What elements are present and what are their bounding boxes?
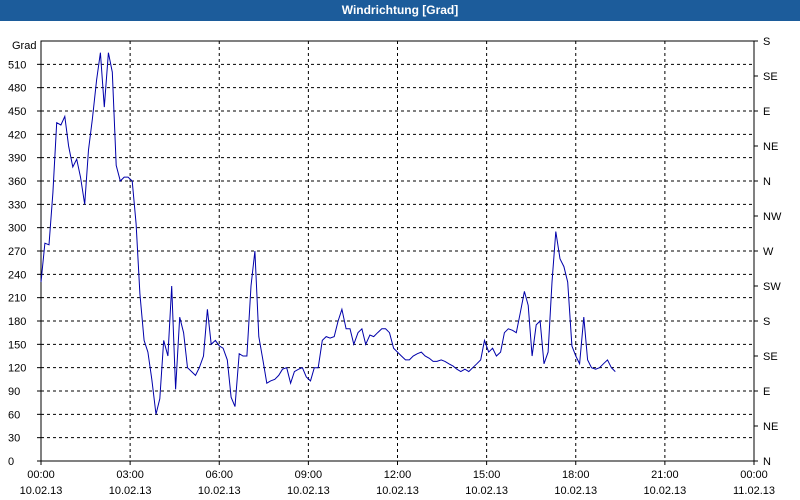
y2-tick-label: NW — [763, 211, 782, 223]
y2-tick-label: E — [763, 106, 770, 118]
y-tick-label: 390 — [8, 153, 26, 165]
y-tick-label: 210 — [8, 293, 26, 305]
x-tick-date-label: 10.02.13 — [554, 485, 597, 497]
y-tick-label: 240 — [8, 269, 26, 281]
x-axis: 00:00 10.02.13 03:00 10.02.13 06:00 10.02.13 0… — [20, 461, 775, 497]
y-tick-label: 450 — [8, 106, 26, 118]
y2-tick-label: NE — [763, 421, 778, 433]
y2-tick-label: SE — [763, 71, 778, 83]
y-tick-label: 360 — [8, 176, 26, 188]
y2-tick-label: SW — [763, 281, 781, 293]
y-tick-label: 60 — [8, 409, 20, 421]
y2-tick-label: E — [763, 386, 770, 398]
x-tick-time-label: 21:00 — [651, 469, 679, 481]
x-tick-time-label: 15:00 — [473, 469, 501, 481]
y-tick-label: 300 — [8, 223, 26, 235]
x-tick-date-label: 10.02.13 — [287, 485, 330, 497]
y-tick-label: 330 — [8, 199, 26, 211]
x-tick-time-label: 00:00 — [740, 469, 768, 481]
y-tick-label: 150 — [8, 339, 26, 351]
y-axis-label: Grad — [12, 40, 36, 52]
chart-window: Windrichtung [Grad] 0 30 60 90 120 150 180 210 2… — [0, 0, 800, 500]
y2-tick-label: N — [763, 176, 771, 188]
x-tick-time-label: 06:00 — [205, 469, 233, 481]
y2-tick-label: NE — [763, 141, 778, 153]
x-tick-date-label: 10.02.13 — [376, 485, 419, 497]
y2-tick-label: SE — [763, 351, 778, 363]
y-tick-label: 480 — [8, 83, 26, 95]
x-tick-date-label: 10.02.13 — [198, 485, 241, 497]
x-tick-time-label: 00:00 — [27, 469, 55, 481]
y-axis-right: N NE E SE S SW W NW N NE E SE S — [754, 36, 782, 468]
y-tick-label: 180 — [8, 316, 26, 328]
y-tick-label: 270 — [8, 246, 26, 258]
series-line-wind-direction — [40, 52, 616, 415]
wind-direction-chart: 0 30 60 90 120 150 180 210 240 270 300 330 360 390 420… — [8, 36, 782, 497]
x-tick-date-label: 11.02.13 — [733, 485, 775, 497]
y2-tick-label: N — [763, 456, 771, 468]
y-tick-label: 120 — [8, 363, 26, 375]
y-tick-label: 90 — [8, 386, 20, 398]
x-tick-time-label: 12:00 — [384, 469, 412, 481]
y-tick-label: 0 — [8, 456, 14, 468]
y-tick-label: 420 — [8, 129, 26, 141]
x-tick-date-label: 10.02.13 — [20, 485, 63, 497]
y-axis-left: 0 30 60 90 120 150 180 210 240 270 300 330 360 390 420… — [8, 59, 41, 468]
x-tick-time-label: 09:00 — [295, 469, 323, 481]
x-tick-time-label: 03:00 — [116, 469, 144, 481]
x-tick-date-label: 10.02.13 — [109, 485, 152, 497]
y-tick-label: 30 — [8, 433, 20, 445]
y2-tick-label: W — [763, 246, 774, 258]
y2-tick-label: S — [763, 316, 770, 328]
y2-tick-label: S — [763, 36, 770, 48]
grid-lines — [41, 41, 754, 461]
x-tick-time-label: 18:00 — [562, 469, 590, 481]
x-tick-date-label: 10.02.13 — [643, 485, 686, 497]
y-tick-label: 510 — [8, 59, 26, 71]
x-tick-date-label: 10.02.13 — [465, 485, 508, 497]
